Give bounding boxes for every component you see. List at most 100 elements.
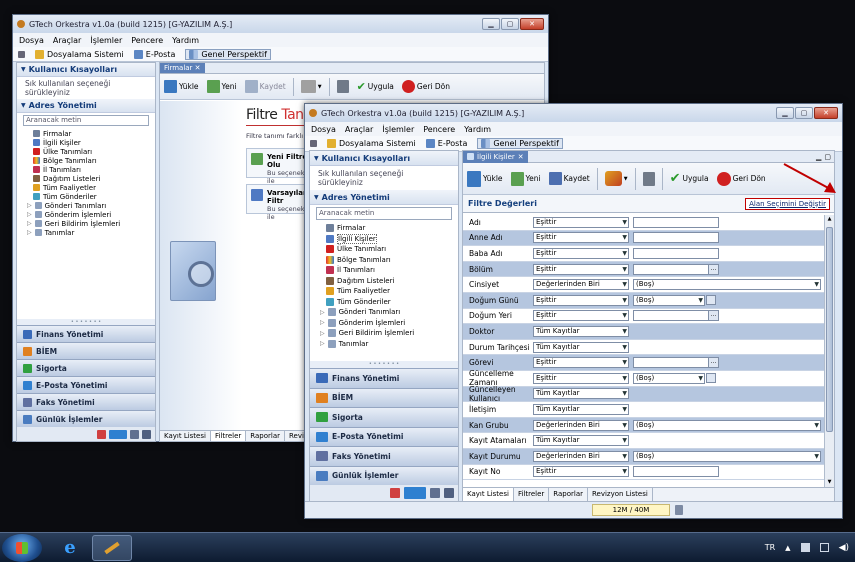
tab-firmalar[interactable]: Firmalar ✕ xyxy=(160,63,205,73)
trash-icon[interactable] xyxy=(675,505,683,515)
start-button[interactable] xyxy=(2,533,42,562)
menu-yardim[interactable]: Yardım xyxy=(464,125,491,134)
minimize-button[interactable]: ▁ xyxy=(776,107,794,119)
value-input[interactable] xyxy=(633,232,719,244)
expand-icon[interactable]: ▷ xyxy=(320,319,325,326)
tree-item-firmalar[interactable]: Firmalar xyxy=(320,223,458,234)
tree-item-ilgili-kisiler[interactable]: İlgili Kişiler xyxy=(320,233,458,245)
tree-item-faaliyetler[interactable]: Tüm Faaliyetler xyxy=(320,286,458,297)
tree-item-gonderi-tanim[interactable]: ▷ Gönderi Tanımları xyxy=(27,201,155,210)
expand-icon[interactable]: ▷ xyxy=(320,309,325,316)
tree-item-bolge[interactable]: Bölge Tanımları xyxy=(27,156,155,165)
tree-item-gonderi-tanim[interactable]: ▷ Gönderi Tanımları xyxy=(320,307,458,318)
tree-item-gonderiler[interactable]: Tüm Gönderiler xyxy=(27,192,155,201)
value-input[interactable] xyxy=(633,247,719,259)
tree-item-gonderim-islem[interactable]: ▷ Gönderim İşlemleri xyxy=(320,318,458,329)
operator-select[interactable]: Değerlerinden Biri xyxy=(533,419,629,431)
operator-select[interactable]: Tüm Kayıtlar xyxy=(533,325,629,337)
operator-select[interactable]: Eşittir xyxy=(533,466,629,478)
brush-button[interactable]: ▼ xyxy=(297,80,326,93)
operator-select[interactable]: Eşittir xyxy=(533,294,629,306)
operator-select[interactable]: Eşittir xyxy=(533,232,629,244)
volume-icon[interactable]: ◀) xyxy=(839,543,849,553)
tree-item-gonderiler[interactable]: Tüm Gönderiler xyxy=(320,297,458,308)
scroll-down-icon[interactable]: ▼ xyxy=(825,478,834,487)
search-input[interactable]: Aranacak metin xyxy=(316,207,452,220)
tab-filtreler[interactable]: Filtreler xyxy=(514,488,550,501)
operator-select[interactable]: Tüm Kayıtlar xyxy=(533,435,629,447)
calc-button[interactable] xyxy=(333,80,353,93)
operator-select[interactable]: Eşittir xyxy=(533,216,629,228)
flag-tray-icon[interactable] xyxy=(800,543,810,552)
title-bar[interactable]: GTech Orkestra v1.0a (build 1215) [G-YAZ… xyxy=(13,15,548,33)
tab-raporlar[interactable]: Raporlar xyxy=(246,431,285,441)
operator-select[interactable]: Eşittir xyxy=(533,372,629,384)
maximize-button[interactable]: ▢ xyxy=(795,107,813,119)
splitter[interactable]: • • • • • • • xyxy=(310,361,458,368)
shortcuts-header[interactable]: ▼ Kullanıcı Kısayolları xyxy=(17,63,155,77)
tab-kayit-listesi[interactable]: Kayıt Listesi xyxy=(463,488,514,501)
acc-sigorta[interactable]: Sigorta xyxy=(310,407,458,427)
lookup-button[interactable]: ... xyxy=(708,264,718,274)
value-input[interactable] xyxy=(633,216,719,228)
back-button[interactable]: Geri Dön xyxy=(398,80,454,93)
language-indicator[interactable]: TR xyxy=(765,543,775,552)
operator-select[interactable]: Eşittir xyxy=(533,263,629,275)
date-select[interactable]: (Boş) xyxy=(633,372,705,384)
expand-icon[interactable]: ▷ xyxy=(27,229,32,236)
cards-icon[interactable] xyxy=(109,429,127,439)
tab-raporlar[interactable]: Raporlar xyxy=(549,488,588,501)
menu-dosya[interactable]: Dosya xyxy=(19,36,44,45)
acc-eposta[interactable]: E-Posta Yönetimi xyxy=(310,426,458,446)
calc-button[interactable] xyxy=(639,171,659,186)
acc-biem[interactable]: BİEM xyxy=(310,387,458,407)
address-header[interactable]: ▼ Adres Yönetimi xyxy=(310,190,458,205)
cards-icon[interactable] xyxy=(404,487,426,499)
value-select[interactable]: (Boş) xyxy=(633,419,821,431)
acc-sigorta[interactable]: Sigorta xyxy=(17,359,155,376)
maximize-button[interactable]: ▢ xyxy=(501,18,519,30)
persp-dosyalama[interactable]: Dosyalama Sistemi xyxy=(327,139,416,148)
value-select[interactable]: (Boş) xyxy=(633,279,821,291)
persp-eposta[interactable]: E-Posta xyxy=(425,139,467,148)
address-header[interactable]: ▼ Adres Yönetimi xyxy=(17,99,155,113)
expand-icon[interactable]: ▷ xyxy=(27,202,32,209)
menu-pencere[interactable]: Pencere xyxy=(423,125,455,134)
operator-select[interactable]: Değerlerinden Biri xyxy=(533,279,629,291)
tree-item-tanimlar[interactable]: ▷ Tanımlar xyxy=(27,228,155,237)
expand-icon[interactable]: ▷ xyxy=(27,211,32,218)
memory-indicator[interactable]: 12M / 40M xyxy=(592,504,670,516)
menu-islemler[interactable]: İşlemler xyxy=(90,36,122,45)
tab-kayit-listesi[interactable]: Kayıt Listesi xyxy=(160,431,211,441)
operator-select[interactable]: Eşittir xyxy=(533,247,629,259)
tree-item-dagitim[interactable]: Dağıtım Listeleri xyxy=(27,174,155,183)
persp-dosyalama[interactable]: Dosyalama Sistemi xyxy=(35,49,124,59)
window-front[interactable]: GTech Orkestra v1.0a (build 1215) [G-YAZ… xyxy=(304,103,843,519)
acc-gunluk[interactable]: Günlük İşlemler xyxy=(17,410,155,427)
lookup-input[interactable]: ... xyxy=(633,357,719,369)
operator-select[interactable]: Değerlerinden Biri xyxy=(533,450,629,462)
operator-select[interactable]: Tüm Kayıtlar xyxy=(533,403,629,415)
acc-finans[interactable]: Finans Yönetimi xyxy=(310,368,458,388)
scroll-thumb[interactable] xyxy=(826,227,833,432)
tab-ilgili-kisiler[interactable]: İlgili Kişiler ✕ xyxy=(463,151,528,163)
apply-button[interactable]: ✔ Uygula xyxy=(353,80,398,93)
apply-button[interactable]: ✔ Uygula xyxy=(666,171,713,186)
operator-select[interactable]: Tüm Kayıtlar xyxy=(533,341,629,353)
menu-yardim[interactable]: Yardım xyxy=(172,36,199,45)
search-input[interactable]: Aranacak metin xyxy=(23,115,149,126)
save-button[interactable]: Kaydet xyxy=(241,80,290,93)
checklist-icon[interactable] xyxy=(97,429,106,439)
note-icon[interactable] xyxy=(130,429,139,439)
tree-item-ulke[interactable]: Ülke Tanımları xyxy=(320,244,458,255)
tree-item-gonderim-islem[interactable]: ▷ Gönderim İşlemleri xyxy=(27,210,155,219)
ie-taskbar-button[interactable]: e xyxy=(52,535,88,561)
title-bar[interactable]: GTech Orkestra v1.0a (build 1215) [G-YAZ… xyxy=(305,104,842,122)
user-icon[interactable] xyxy=(444,488,454,498)
checklist-icon[interactable] xyxy=(390,488,400,498)
lookup-input[interactable]: ... xyxy=(633,310,719,322)
shortcuts-header[interactable]: ▼ Kullanıcı Kısayolları xyxy=(310,151,458,166)
menu-araclar[interactable]: Araçlar xyxy=(345,125,373,134)
expand-icon[interactable]: ▷ xyxy=(320,330,325,337)
note-icon[interactable] xyxy=(430,488,440,498)
